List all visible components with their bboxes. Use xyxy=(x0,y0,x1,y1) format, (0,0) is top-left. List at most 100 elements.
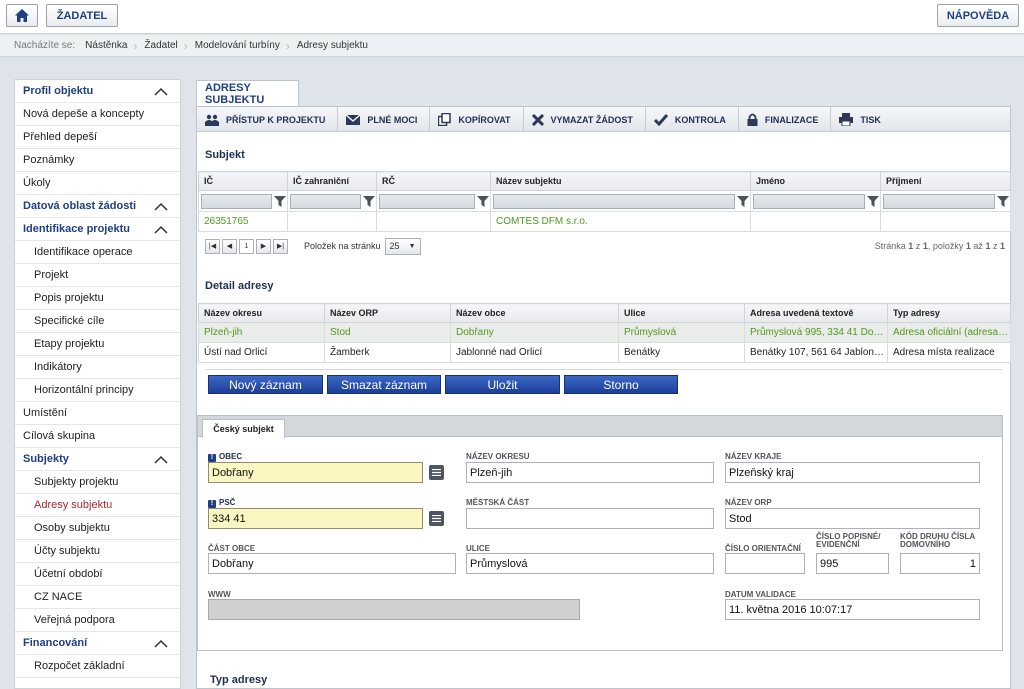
sidebar-item[interactable]: Datová oblast žádosti xyxy=(15,195,180,218)
sidebar-item[interactable]: Indikátory xyxy=(15,356,180,379)
sidebar-item[interactable]: Osoby subjektu xyxy=(15,517,180,540)
psc-field[interactable]: 334 41 xyxy=(208,508,423,529)
sidebar-item[interactable]: Adresy subjektu xyxy=(15,494,180,517)
sidebar-item[interactable]: Poznámky xyxy=(15,149,180,172)
column-header-rc[interactable]: RČ xyxy=(376,171,491,191)
column-header-name[interactable]: Název subjektu xyxy=(490,171,751,191)
list-icon[interactable] xyxy=(429,511,444,526)
sidebar-item[interactable]: Účty subjektu xyxy=(15,540,180,563)
cancel-button[interactable]: Storno xyxy=(564,375,678,394)
sidebar-item[interactable]: Rozpočet základní xyxy=(15,655,180,678)
table-row[interactable]: 26351765 COMTES DFM s.r.o. xyxy=(198,211,1011,232)
sidebar-item[interactable]: Subjekty xyxy=(15,448,180,471)
per-page-select[interactable]: 25 ▼ xyxy=(384,237,421,255)
chevron-up-icon[interactable] xyxy=(154,455,168,464)
delete-record-button[interactable]: Smazat záznam xyxy=(327,375,441,394)
save-button[interactable]: Uložit xyxy=(445,375,560,394)
sidebar-item[interactable]: Projekt xyxy=(15,264,180,287)
access-project-button[interactable]: PŘÍSTUP K PROJEKTU xyxy=(197,107,339,132)
sidebar-item[interactable]: Etapy projektu xyxy=(15,333,180,356)
chevron-up-icon[interactable] xyxy=(154,639,168,648)
column-header-ic[interactable]: IČ xyxy=(198,171,288,191)
chevron-up-icon[interactable] xyxy=(154,87,168,96)
table-row-selected[interactable]: Plzeň-jih Stod Dobřany Průmyslová Průmys… xyxy=(198,322,1011,343)
obec-field[interactable]: Dobřany xyxy=(208,462,423,483)
chevron-up-icon[interactable] xyxy=(154,225,168,234)
kraj-field[interactable]: Plzeňský kraj xyxy=(725,462,980,483)
prev-page-icon[interactable]: ◀ xyxy=(222,238,237,254)
filter-input[interactable] xyxy=(290,193,361,209)
finalize-button[interactable]: FINALIZACE xyxy=(739,107,832,132)
sidebar-item[interactable]: CZ NACE xyxy=(15,586,180,609)
druh-cisla-field[interactable]: 1 xyxy=(900,553,980,574)
sidebar-item[interactable]: Přehled depeší xyxy=(15,126,180,149)
filter-funnel-icon[interactable] xyxy=(737,195,749,207)
help-button[interactable]: NÁPOVĚDA xyxy=(937,4,1019,27)
next-page-icon[interactable]: ▶ xyxy=(256,238,271,254)
filter-cell xyxy=(880,190,1011,212)
filter-funnel-icon[interactable] xyxy=(274,195,286,207)
filter-input[interactable] xyxy=(493,193,735,209)
filter-funnel-icon[interactable] xyxy=(363,195,375,207)
pager-info-text: z xyxy=(992,241,998,251)
sidebar-item[interactable]: Úkoly xyxy=(15,172,180,195)
column-header-adresa-text[interactable]: Adresa uvedená textově xyxy=(744,303,888,323)
column-header-typ[interactable]: Typ adresy xyxy=(887,303,1011,323)
column-header-okres[interactable]: Název okresu xyxy=(198,303,325,323)
sidebar-item[interactable]: Účetní období xyxy=(15,563,180,586)
current-page[interactable]: 1 xyxy=(239,238,254,254)
breadcrumb-item-nastenka[interactable]: Nástěnka xyxy=(85,40,127,51)
sidebar-item[interactable]: Financování xyxy=(15,632,180,655)
sidebar-item[interactable]: Profil objektu xyxy=(15,80,180,103)
breadcrumb-item-project[interactable]: Modelování turbíny xyxy=(195,40,280,51)
filter-input[interactable] xyxy=(201,193,272,209)
new-record-button[interactable]: Nový záznam xyxy=(208,375,323,394)
sidebar-item[interactable]: Umístění xyxy=(15,402,180,425)
column-header-ic-foreign[interactable]: IČ zahraniční xyxy=(287,171,377,191)
sidebar-item[interactable]: Nová depeše a koncepty xyxy=(15,103,180,126)
sidebar-item[interactable]: Veřejná podpora xyxy=(15,609,180,632)
cell xyxy=(376,211,491,232)
column-header-obec[interactable]: Název obce xyxy=(450,303,619,323)
filter-funnel-icon[interactable] xyxy=(997,195,1009,207)
tab-adresy-subjektu[interactable]: ADRESY SUBJEKTU xyxy=(196,80,299,107)
column-header-orp[interactable]: Název ORP xyxy=(324,303,451,323)
tab-cesky-subjekt[interactable]: Český subjekt xyxy=(202,419,285,438)
filter-funnel-icon[interactable] xyxy=(477,195,489,207)
chevron-up-icon[interactable] xyxy=(154,202,168,211)
home-button[interactable] xyxy=(6,4,38,27)
breadcrumb-item-zadatel[interactable]: Žadatel xyxy=(144,40,177,51)
okres-field[interactable]: Plzeň-jih xyxy=(466,462,714,483)
filter-funnel-icon[interactable] xyxy=(867,195,879,207)
first-page-icon[interactable]: |◀ xyxy=(205,238,220,254)
list-icon[interactable] xyxy=(429,465,444,480)
column-header-firstname[interactable]: Jméno xyxy=(750,171,881,191)
orientacni-field[interactable] xyxy=(725,553,805,574)
table-row[interactable]: Ústí nad Orlicí Žamberk Jablonné nad Orl… xyxy=(198,342,1011,363)
last-page-icon[interactable]: ▶| xyxy=(273,238,288,254)
sidebar-item[interactable]: Subjekty projektu xyxy=(15,471,180,494)
column-header-ulice[interactable]: Ulice xyxy=(618,303,745,323)
sidebar-item[interactable]: Popis projektu xyxy=(15,287,180,310)
orp-field[interactable]: Stod xyxy=(725,508,980,529)
filter-input[interactable] xyxy=(883,193,995,209)
sidebar-item[interactable]: Identifikace projektu xyxy=(15,218,180,241)
print-button[interactable]: TISK xyxy=(831,107,893,132)
ulice-field[interactable]: Průmyslová xyxy=(466,553,714,574)
zadatel-button[interactable]: ŽADATEL xyxy=(46,4,118,27)
filter-input[interactable] xyxy=(753,193,865,209)
check-button[interactable]: KONTROLA xyxy=(646,107,739,132)
column-header-surname[interactable]: Příjmení xyxy=(880,171,1011,191)
sidebar-item[interactable]: Cílová skupina xyxy=(15,425,180,448)
cell: Adresa místa realizace xyxy=(887,342,1011,363)
sidebar-item[interactable]: Specifické cíle xyxy=(15,310,180,333)
cast-obce-field[interactable]: Dobřany xyxy=(208,553,456,574)
power-of-attorney-button[interactable]: PLNÉ MOCI xyxy=(338,107,431,132)
copy-button[interactable]: KOPÍROVAT xyxy=(430,107,524,132)
mestska-cast-field[interactable] xyxy=(466,508,714,529)
filter-input[interactable] xyxy=(379,193,475,209)
delete-application-button[interactable]: VYMAZAT ŽÁDOST xyxy=(524,107,646,132)
sidebar-item[interactable]: Identifikace operace xyxy=(15,241,180,264)
popisne-field[interactable]: 995 xyxy=(816,553,889,574)
sidebar-item[interactable]: Horizontální principy xyxy=(15,379,180,402)
